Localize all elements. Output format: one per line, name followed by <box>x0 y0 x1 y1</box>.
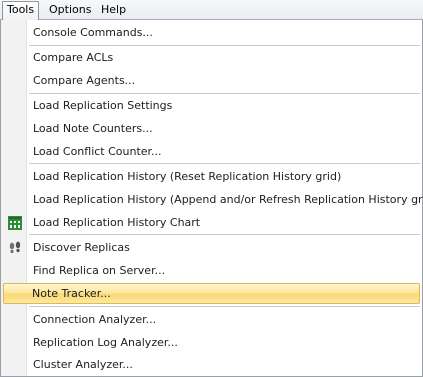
menu-item-label: Load Replication History Chart <box>33 216 201 229</box>
menu-item-label: Discover Replicas <box>33 241 130 254</box>
menu-item-label: Load Conflict Counter... <box>33 145 162 158</box>
menu-item-compare-acls[interactable]: Compare ACLs <box>3 47 420 68</box>
menu-separator <box>29 234 420 235</box>
menu-separator <box>29 306 420 307</box>
menu-item-label: Note Tracker... <box>32 287 111 300</box>
menu-item-label: Load Replication History (Append and/or … <box>33 193 423 206</box>
menu-item-load-history-append[interactable]: Load Replication History (Append and/or … <box>3 189 423 210</box>
menu-item-discover-replicas[interactable]: Discover Replicas <box>3 237 420 258</box>
menu-separator <box>29 45 420 46</box>
menu-item-connection-analyzer[interactable]: Connection Analyzer... <box>3 309 420 330</box>
menu-item-find-replica[interactable]: Find Replica on Server... <box>3 260 420 281</box>
menu-item-label: Find Replica on Server... <box>33 264 166 277</box>
menu-item-label: Console Commands... <box>33 26 153 39</box>
menu-item-label: Compare ACLs <box>33 51 114 64</box>
menu-separator <box>29 163 420 164</box>
menu-item-label: Load Replication History (Reset Replicat… <box>33 170 342 183</box>
menu-item-label: Load Note Counters... <box>33 122 153 135</box>
menu-item-label: Load Replication Settings <box>33 99 173 112</box>
menu-item-load-note-counters[interactable]: Load Note Counters... <box>3 118 420 139</box>
menu-item-load-replication-settings[interactable]: Load Replication Settings <box>3 95 420 116</box>
menu-item-replication-log-analyzer[interactable]: Replication Log Analyzer... <box>3 332 420 353</box>
footprints-icon <box>9 241 21 254</box>
chart-icon <box>8 216 22 230</box>
menu-options[interactable]: Options <box>45 2 95 17</box>
menu-item-load-conflict-counter[interactable]: Load Conflict Counter... <box>3 141 420 162</box>
menu-help[interactable]: Help <box>97 2 130 17</box>
menu-item-load-history-reset[interactable]: Load Replication History (Reset Replicat… <box>3 166 420 187</box>
menu-item-label: Compare Agents... <box>33 74 136 87</box>
menu-separator <box>29 93 420 94</box>
tools-dropdown-menu: Console Commands... Compare ACLs Compare… <box>0 20 423 377</box>
menu-item-load-history-chart[interactable]: Load Replication History Chart <box>3 212 420 233</box>
menu-item-label: Cluster Analyzer... <box>33 358 133 371</box>
menu-item-console-commands[interactable]: Console Commands... <box>3 22 420 43</box>
menu-bar: Tools Options Help <box>0 0 423 20</box>
menu-tools[interactable]: Tools <box>2 1 40 20</box>
menu-item-compare-agents[interactable]: Compare Agents... <box>3 70 420 91</box>
menu-item-label: Replication Log Analyzer... <box>33 336 178 349</box>
menu-item-cluster-analyzer[interactable]: Cluster Analyzer... <box>3 354 420 375</box>
menu-item-note-tracker[interactable]: Note Tracker... <box>3 283 420 304</box>
menu-item-label: Connection Analyzer... <box>33 313 157 326</box>
